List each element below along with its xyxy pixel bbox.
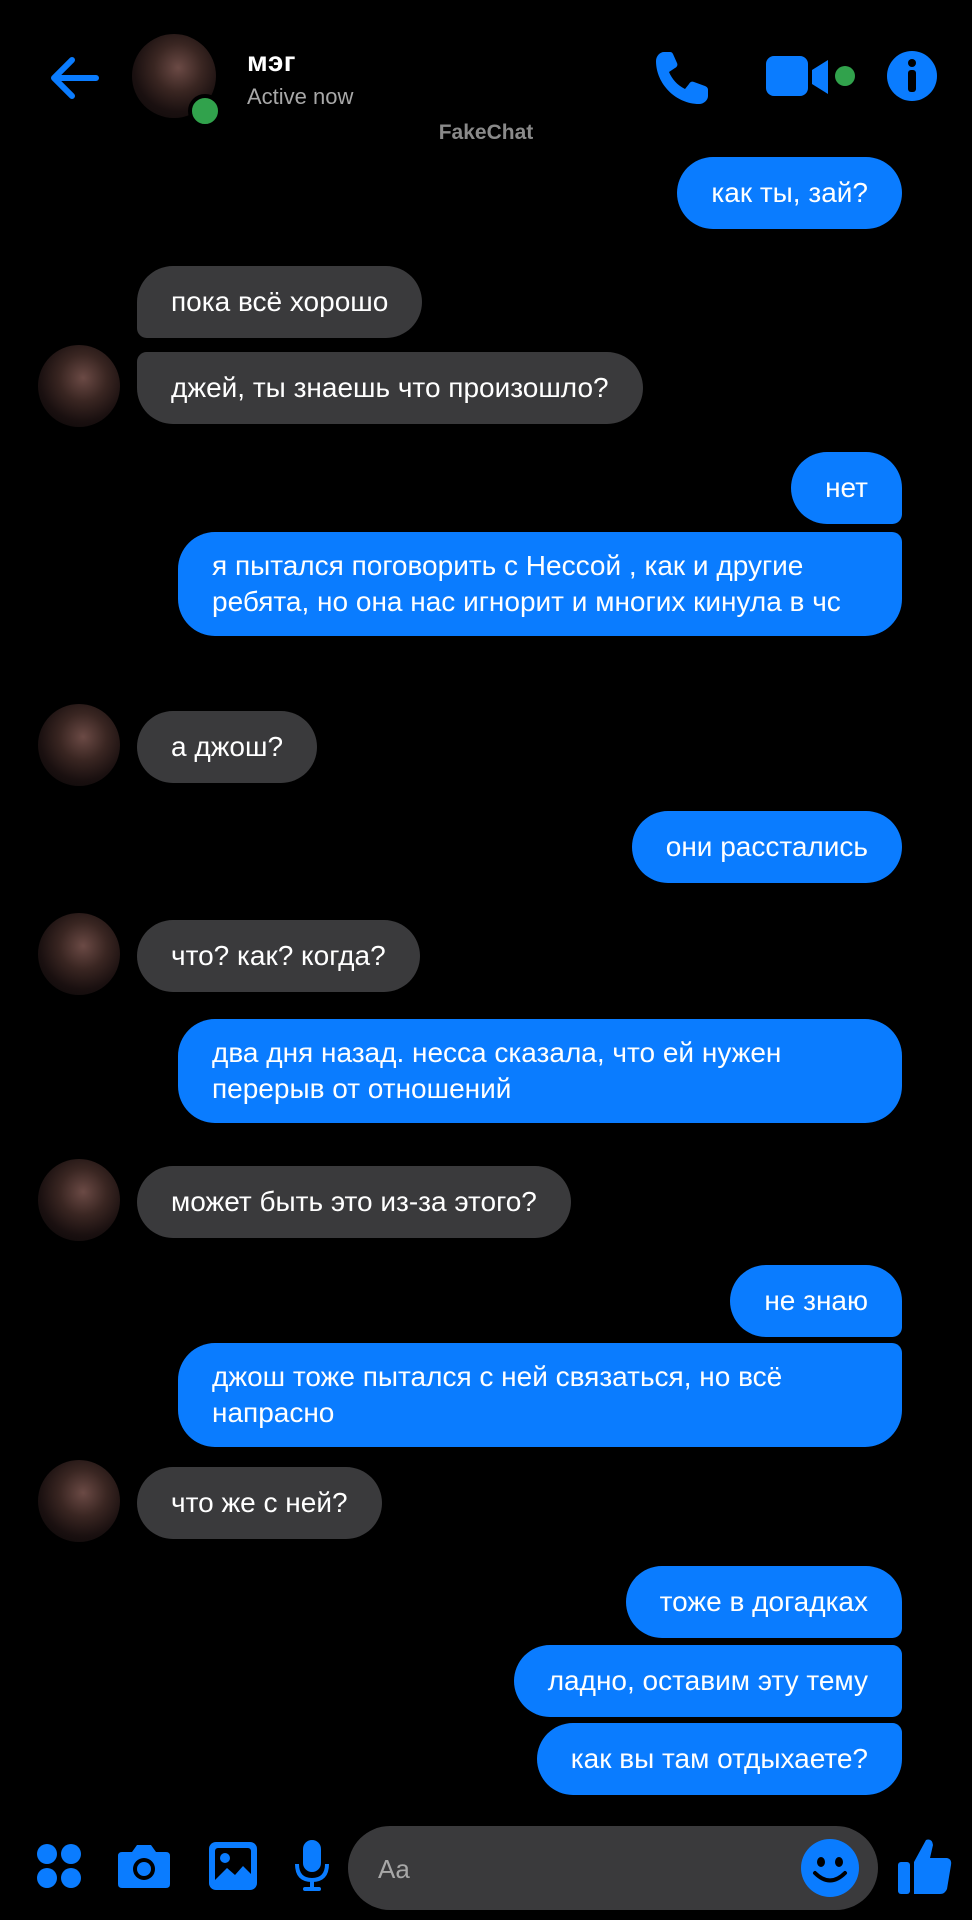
- contact-avatar-small: [38, 1159, 120, 1241]
- message-outgoing[interactable]: как ты, зай?: [677, 157, 902, 229]
- contact-avatar-small: [38, 1460, 120, 1542]
- camera-button[interactable]: [116, 1840, 172, 1897]
- message-outgoing[interactable]: тоже в догадках: [625, 1566, 902, 1638]
- video-camera-icon: [766, 56, 855, 96]
- message-outgoing[interactable]: как вы там отдыхаете?: [536, 1723, 902, 1795]
- message-incoming[interactable]: что? как? когда?: [137, 920, 420, 992]
- message-incoming[interactable]: может быть это из-за этого?: [137, 1166, 571, 1238]
- chat-header: мэг Active now FakeChat: [0, 0, 972, 150]
- four-dots-icon: [37, 1844, 81, 1888]
- message-incoming[interactable]: джей, ты знаешь что произошло?: [137, 352, 643, 424]
- microphone-icon: [295, 1840, 329, 1891]
- message-outgoing[interactable]: не знаю: [730, 1265, 902, 1337]
- message-outgoing[interactable]: я пытался поговорить с Нессой , как и др…: [178, 532, 902, 636]
- contact-avatar-small: [38, 345, 120, 427]
- contact-avatar-small: [38, 913, 120, 995]
- emoji-button[interactable]: [800, 1838, 860, 1898]
- camera-icon: [118, 1845, 170, 1888]
- message-incoming[interactable]: пока всё хорошо: [137, 266, 423, 338]
- message-input[interactable]: [376, 1826, 800, 1912]
- voice-message-button[interactable]: [294, 1838, 330, 1899]
- gallery-button[interactable]: [207, 1840, 259, 1897]
- phone-icon: [656, 52, 708, 104]
- message-outgoing[interactable]: два дня назад. несса сказала, что ей нуж…: [178, 1019, 902, 1123]
- info-button[interactable]: [886, 50, 938, 102]
- message-outgoing[interactable]: они расстались: [631, 811, 902, 883]
- message-outgoing[interactable]: нет: [791, 452, 902, 524]
- smiley-icon: [801, 1839, 859, 1897]
- message-incoming[interactable]: а джош?: [137, 711, 318, 783]
- info-icon: [887, 51, 937, 101]
- thumbs-up-icon: [898, 1839, 952, 1894]
- contact-status: Active now: [247, 84, 354, 109]
- contact-avatar-small: [38, 704, 120, 786]
- apps-button[interactable]: [36, 1843, 82, 1894]
- message-incoming[interactable]: что же с ней?: [137, 1467, 382, 1539]
- message-outgoing[interactable]: джош тоже пытался с ней связаться, но вс…: [178, 1343, 902, 1447]
- back-button[interactable]: [44, 48, 104, 108]
- video-call-button[interactable]: [762, 50, 858, 106]
- message-composer[interactable]: [348, 1826, 878, 1912]
- message-outgoing[interactable]: ладно, оставим эту тему: [513, 1645, 902, 1717]
- call-button[interactable]: [650, 46, 714, 110]
- app-watermark: FakeChat: [438, 121, 534, 144]
- contact-name[interactable]: мэг: [247, 46, 296, 78]
- image-icon: [209, 1842, 257, 1890]
- like-button[interactable]: [896, 1836, 954, 1901]
- arrow-left-icon: [51, 57, 99, 99]
